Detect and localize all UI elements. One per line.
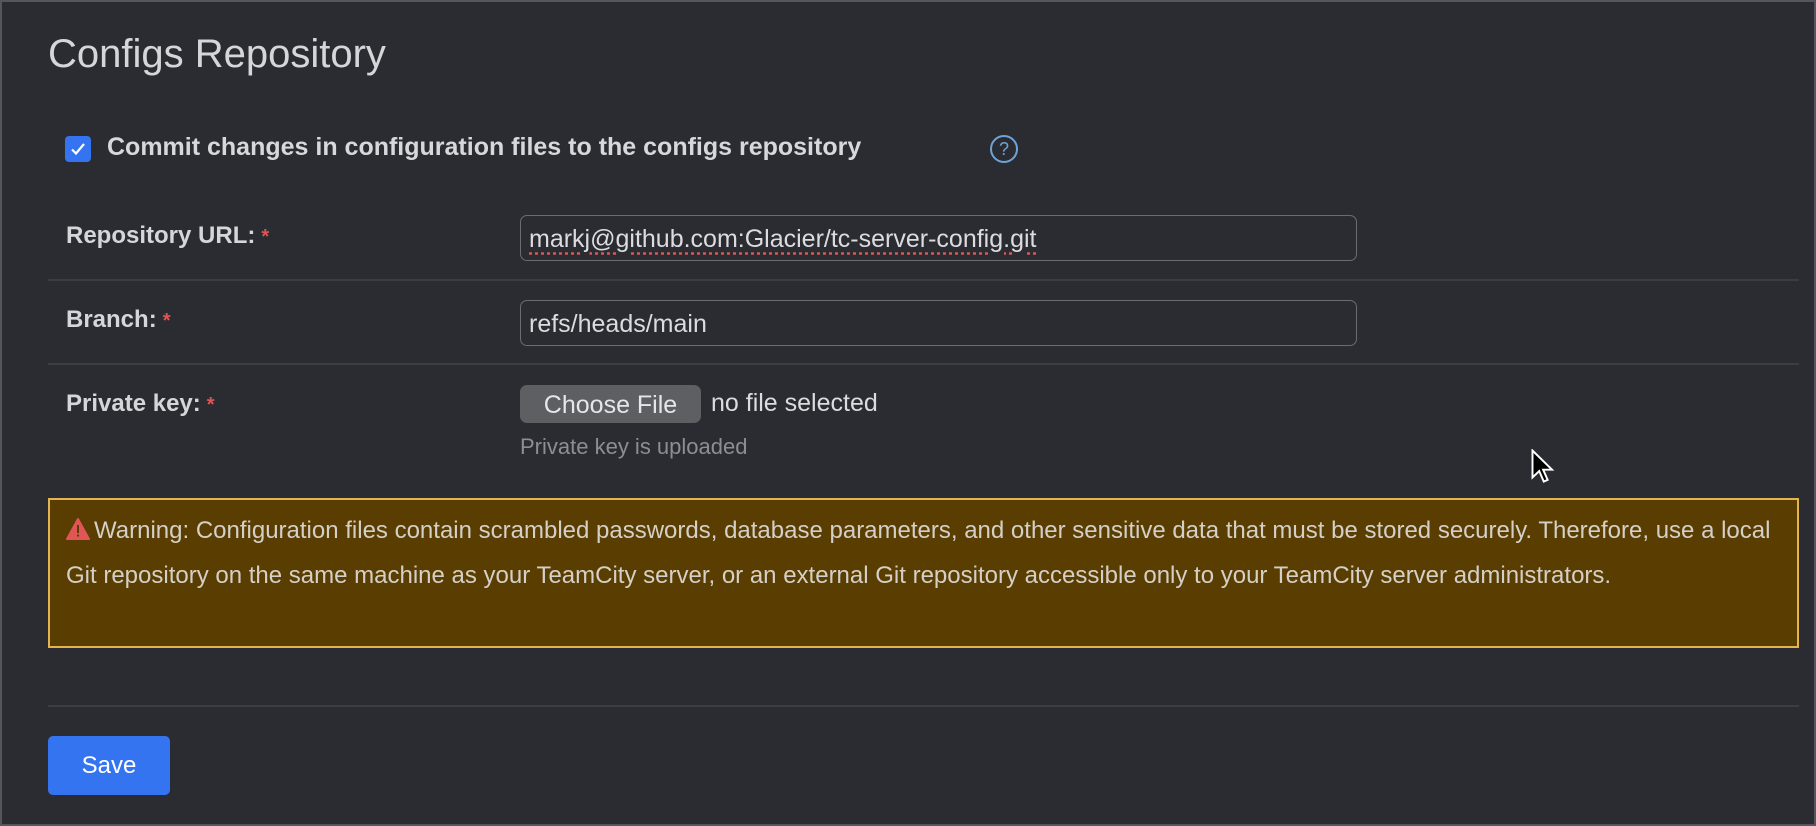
divider xyxy=(48,705,1799,707)
branch-label-text: Branch: xyxy=(66,306,157,333)
branch-input[interactable]: refs/heads/main xyxy=(520,300,1357,346)
question-circle-icon[interactable]: ? xyxy=(990,135,1018,163)
warning-text: Warning: Configuration files contain scr… xyxy=(66,517,1771,589)
warning-box: Warning: Configuration files contain scr… xyxy=(48,498,1799,648)
commit-changes-label[interactable]: Commit changes in configuration files to… xyxy=(107,133,861,162)
private-key-hint: Private key is uploaded xyxy=(520,434,748,459)
required-mark: * xyxy=(261,226,270,248)
required-mark: * xyxy=(206,394,215,416)
required-mark: * xyxy=(162,310,171,332)
private-key-label-text: Private key: xyxy=(66,390,201,417)
save-button[interactable]: Save xyxy=(48,736,170,795)
mouse-cursor-icon xyxy=(1531,448,1555,490)
repository-url-value: markj@github.com:Glacier/tc-server-confi… xyxy=(529,225,1037,253)
repository-url-label-text: Repository URL: xyxy=(66,222,256,249)
commit-changes-checkbox[interactable] xyxy=(65,136,91,162)
private-key-label: Private key: * xyxy=(66,390,215,418)
divider xyxy=(48,279,1799,281)
branch-label: Branch: * xyxy=(66,306,170,334)
page-title: Configs Repository xyxy=(48,32,386,76)
choose-file-button[interactable]: Choose File xyxy=(520,385,701,423)
warning-triangle-icon xyxy=(66,513,90,555)
divider xyxy=(48,363,1799,365)
repository-url-input[interactable]: markj@github.com:Glacier/tc-server-confi… xyxy=(520,215,1357,261)
file-status: no file selected xyxy=(711,389,878,417)
checkmark-icon xyxy=(71,143,85,156)
repository-url-label: Repository URL: * xyxy=(66,222,269,250)
